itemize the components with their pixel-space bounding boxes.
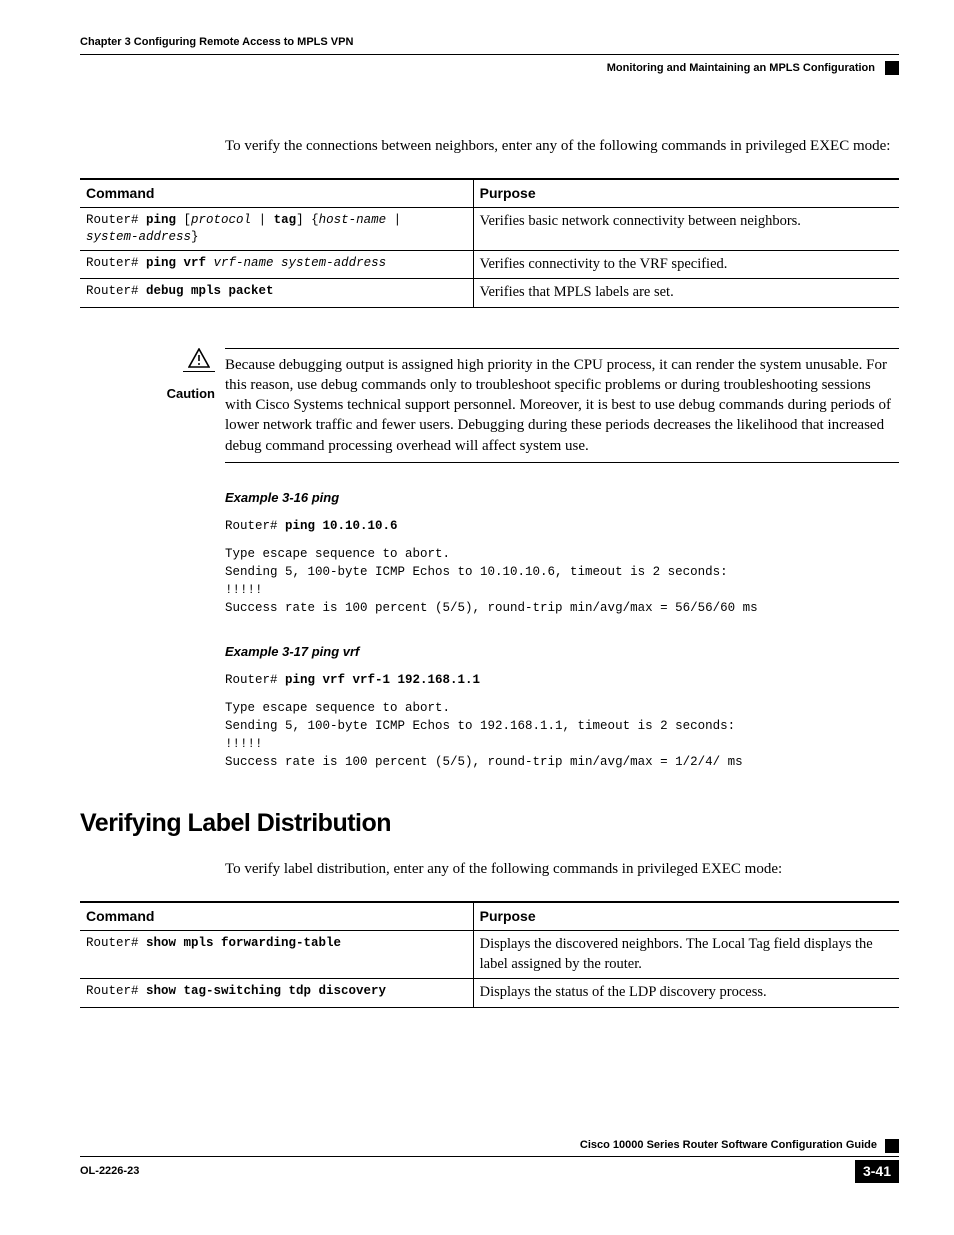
cmd-prompt: Router# [86, 256, 146, 270]
cmd-sep: ] { [296, 213, 319, 227]
purpose-cell: Verifies that MPLS labels are set. [473, 279, 899, 308]
footer-marker [885, 1139, 899, 1153]
caution-label: Caution [167, 386, 215, 401]
caution-block: Caution Because debugging output is assi… [80, 348, 899, 463]
cmd-prompt: Router# [86, 984, 146, 998]
purpose-cell: Verifies connectivity to the VRF specifi… [473, 250, 899, 279]
code-cmd: ping 10.10.10.6 [285, 519, 398, 533]
footer-docnum: OL-2226-23 [80, 1164, 139, 1179]
caution-icon [183, 348, 215, 372]
example-17-cmd: Router# ping vrf vrf-1 192.168.1.1 [225, 671, 899, 689]
cmd-arg: host-name [319, 213, 387, 227]
cmd-arg: protocol [191, 213, 251, 227]
th-purpose: Purpose [473, 902, 899, 930]
code-cmd: ping vrf vrf-1 192.168.1.1 [285, 673, 480, 687]
cmd-sep: } [191, 230, 199, 244]
footer: Cisco 10000 Series Router Software Confi… [80, 1138, 899, 1183]
code-prompt: Router# [225, 519, 285, 533]
header-section: Monitoring and Maintaining an MPLS Confi… [607, 61, 875, 76]
example-16-cmd: Router# ping 10.10.10.6 [225, 517, 899, 535]
command-table-2: Command Purpose Router# show mpls forwar… [80, 901, 899, 1008]
table-row: Router# show mpls forwarding-table Displ… [80, 931, 899, 979]
footer-book-title: Cisco 10000 Series Router Software Confi… [580, 1138, 877, 1153]
cmd-prompt: Router# [86, 284, 146, 298]
header-chapter-row: Chapter 3 Configuring Remote Access to M… [80, 35, 899, 55]
table-row: Router# ping vrf vrf-name system-address… [80, 250, 899, 279]
caution-text: Because debugging output is assigned hig… [225, 348, 899, 463]
example-17-output: Type escape sequence to abort. Sending 5… [225, 699, 899, 772]
th-purpose: Purpose [473, 179, 899, 207]
th-command: Command [80, 902, 473, 930]
page-number: 3-41 [855, 1160, 899, 1183]
header-chapter: Chapter 3 Configuring Remote Access to M… [80, 35, 353, 50]
cmd-keyword: ping vrf [146, 256, 206, 270]
cmd-sep [206, 256, 214, 270]
th-command: Command [80, 179, 473, 207]
header-section-row: Monitoring and Maintaining an MPLS Confi… [80, 61, 899, 76]
table-row: Router# debug mpls packet Verifies that … [80, 279, 899, 308]
cmd-arg: system-address [86, 230, 191, 244]
code-prompt: Router# [225, 673, 285, 687]
cmd-arg: vrf-name system-address [214, 256, 387, 270]
table-row: Router# show tag-switching tdp discovery… [80, 979, 899, 1008]
cmd-sep: | [386, 213, 401, 227]
intro-paragraph-1: To verify the connections between neighb… [225, 136, 899, 156]
cmd-prompt: Router# [86, 213, 146, 227]
cmd-keyword: tag [274, 213, 297, 227]
example-16-output: Type escape sequence to abort. Sending 5… [225, 545, 899, 618]
cmd-keyword: ping [146, 213, 176, 227]
cmd-keyword: show tag-switching tdp discovery [146, 984, 386, 998]
cmd-prompt: Router# [86, 936, 146, 950]
command-table-1: Command Purpose Router# ping [protocol |… [80, 178, 899, 308]
section-heading: Verifying Label Distribution [80, 807, 899, 841]
cmd-sep: | [251, 213, 274, 227]
example-16-title: Example 3-16 ping [225, 489, 899, 507]
purpose-cell: Displays the status of the LDP discovery… [473, 979, 899, 1008]
example-17-title: Example 3-17 ping vrf [225, 643, 899, 661]
purpose-cell: Verifies basic network connectivity betw… [473, 207, 899, 250]
cmd-keyword: debug mpls packet [146, 284, 274, 298]
table-row: Router# ping [protocol | tag] {host-name… [80, 207, 899, 250]
intro-paragraph-2: To verify label distribution, enter any … [225, 859, 899, 879]
purpose-cell: Displays the discovered neighbors. The L… [473, 931, 899, 979]
header-marker [885, 61, 899, 75]
cmd-sep: [ [176, 213, 191, 227]
cmd-keyword: show mpls forwarding-table [146, 936, 341, 950]
